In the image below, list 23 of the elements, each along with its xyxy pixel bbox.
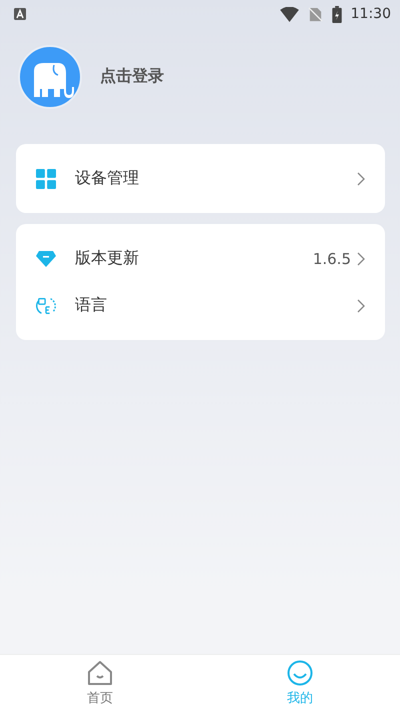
status-time: 11:30 (350, 6, 391, 22)
chevron-icon (357, 172, 365, 186)
grid-icon (36, 168, 56, 188)
smile-icon (287, 660, 313, 686)
settings-row[interactable]: 设备管理 (16, 155, 385, 202)
row-label: 设备管理 (75, 168, 140, 189)
tab[interactable]: 首页 (0, 655, 200, 711)
diamond-icon (36, 248, 56, 268)
settings-row[interactable]: 版本更新 1.6.5 (16, 235, 385, 282)
row-label: 版本更新 (75, 248, 140, 269)
row-label: 语言 (75, 295, 108, 316)
battery-icon (332, 6, 342, 22)
settings-row[interactable]: 语言 (16, 282, 385, 329)
wifi-icon (280, 6, 299, 22)
chevron-icon (357, 298, 365, 312)
version-text: 1.6.5 (312, 250, 351, 268)
no-sim-icon (306, 6, 325, 22)
avatar-icon[interactable] (18, 44, 82, 108)
login-text[interactable]: 点击登录 (100, 66, 164, 87)
home-icon (87, 660, 113, 686)
chevron-icon (357, 252, 365, 266)
notification-icon (14, 8, 26, 20)
language-icon (36, 296, 56, 316)
